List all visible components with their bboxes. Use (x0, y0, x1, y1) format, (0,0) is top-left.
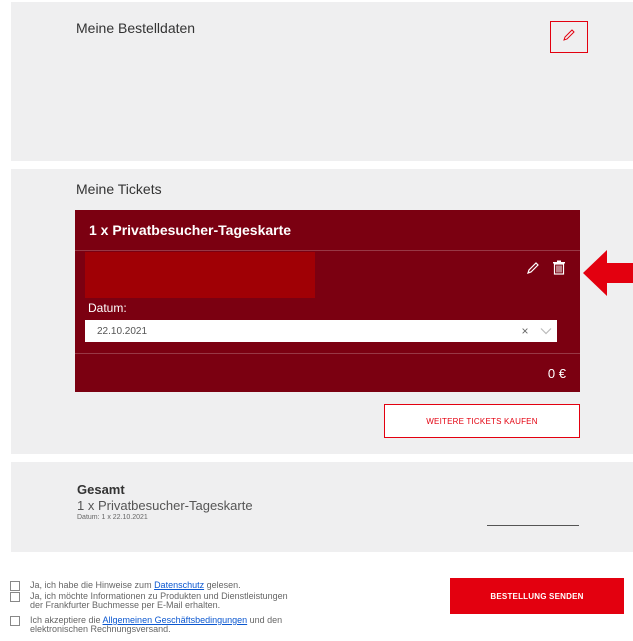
privacy-link[interactable]: Datenschutz (154, 580, 204, 590)
ticket-price: 0 € (547, 366, 566, 381)
privacy-consent-text: Ja, ich habe die Hinweise zum Datenschut… (30, 581, 241, 591)
privacy-text-before: Ja, ich habe die Hinweise zum (30, 580, 155, 590)
summary-date: Datum: 1 x 22.10.2021 (77, 514, 148, 521)
total-line (487, 525, 579, 526)
buy-more-tickets-button[interactable]: WEITERE TICKETS KAUFEN (384, 404, 580, 438)
chevron-down-icon[interactable] (535, 327, 557, 335)
order-data-panel: Meine Bestelldaten (11, 2, 633, 161)
redacted-area (85, 252, 315, 298)
date-label: Datum: (88, 301, 127, 315)
pencil-icon (562, 28, 576, 47)
privacy-consent: Ja, ich habe die Hinweise zum Datenschut… (10, 581, 241, 591)
pencil-icon[interactable] (526, 261, 540, 280)
terms-consent: Ich akzeptiere die Allgemeinen Geschäfts… (10, 616, 282, 634)
ticket-actions (526, 260, 566, 280)
ticket-card: 1 x Privatbesucher-Tageskarte Datum: 22.… (75, 210, 580, 392)
newsletter-line-2: der Frankfurter Buchmesse per E-Mail erh… (30, 600, 221, 610)
order-data-title: Meine Bestelldaten (76, 20, 196, 36)
newsletter-consent-text: Ja, ich möchte Informationen zu Produkte… (30, 592, 288, 610)
newsletter-consent: Ja, ich möchte Informationen zu Produkte… (10, 592, 288, 610)
send-order-button[interactable]: BESTELLUNG SENDEN (450, 578, 624, 614)
date-select[interactable]: 22.10.2021 × (85, 320, 557, 342)
terms-checkbox[interactable] (10, 616, 20, 626)
date-value: 22.10.2021 (97, 325, 148, 337)
divider (75, 250, 580, 251)
summary-item: 1 x Privatbesucher-Tageskarte (77, 498, 253, 513)
divider (75, 353, 580, 354)
terms-text-after: und den (247, 615, 283, 625)
edit-order-data-button[interactable] (550, 21, 588, 53)
trash-icon[interactable] (552, 260, 566, 280)
privacy-checkbox[interactable] (10, 581, 20, 591)
ticket-title: 1 x Privatbesucher-Tageskarte (89, 222, 292, 238)
arrow-left-icon (583, 250, 633, 301)
terms-consent-text: Ich akzeptiere die Allgemeinen Geschäfts… (30, 616, 282, 634)
tickets-title: Meine Tickets (76, 181, 162, 197)
summary-title: Gesamt (77, 482, 125, 497)
clear-icon[interactable]: × (515, 324, 535, 338)
privacy-text-after: gelesen. (204, 580, 241, 590)
terms-line-2: elektronischen Rechnungsversand. (30, 624, 171, 634)
newsletter-checkbox[interactable] (10, 592, 20, 602)
